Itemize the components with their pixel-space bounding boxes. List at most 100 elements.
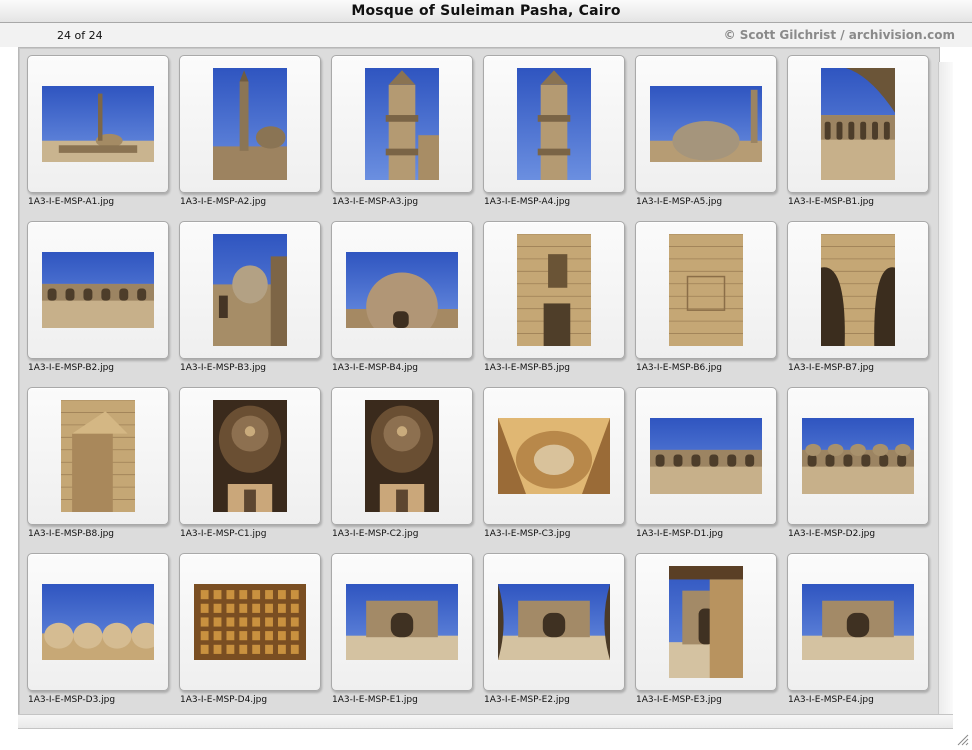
thumbnail-item[interactable]: 1A3-I-E-MSP-B7.jpg	[781, 215, 933, 380]
thumbnail-item[interactable]: 1A3-I-E-MSP-E4.jpg	[781, 547, 933, 712]
slide-frame[interactable]	[635, 55, 777, 193]
thumbnail-image[interactable]	[802, 584, 914, 660]
thumbnail-filename: 1A3-I-E-MSP-B6.jpg	[636, 363, 723, 373]
thumbnail-filename: 1A3-I-E-MSP-D3.jpg	[28, 695, 116, 705]
thumbnail-image[interactable]	[821, 234, 895, 346]
thumbnail-item[interactable]: 1A3-I-E-MSP-D2.jpg	[781, 381, 933, 546]
thumbnail-item[interactable]: 1A3-I-E-MSP-D3.jpg	[21, 547, 173, 712]
slide-frame[interactable]	[331, 221, 473, 359]
thumbnail-image[interactable]	[213, 400, 287, 512]
thumbnail-filename: 1A3-I-E-MSP-B1.jpg	[788, 197, 875, 207]
thumbnail-image[interactable]	[346, 252, 458, 328]
thumbnail-filename: 1A3-I-E-MSP-A3.jpg	[332, 197, 419, 207]
thumbnail-filename: 1A3-I-E-MSP-E4.jpg	[788, 695, 874, 705]
slide-frame[interactable]	[331, 387, 473, 525]
thumbnail-filename: 1A3-I-E-MSP-B7.jpg	[788, 363, 875, 373]
window-title-bar[interactable]: Mosque of Suleiman Pasha, Cairo	[0, 0, 972, 23]
slide-frame[interactable]	[331, 55, 473, 193]
slide-frame[interactable]	[787, 221, 929, 359]
thumbnail-item[interactable]: 1A3-I-E-MSP-A2.jpg	[173, 49, 325, 214]
slide-frame[interactable]	[179, 553, 321, 691]
thumbnail-filename: 1A3-I-E-MSP-B8.jpg	[28, 529, 115, 539]
thumbnail-image[interactable]	[650, 418, 762, 494]
thumbnail-image[interactable]	[365, 400, 439, 512]
thumbnail-item[interactable]: 1A3-I-E-MSP-C1.jpg	[173, 381, 325, 546]
thumbnail-item[interactable]: 1A3-I-E-MSP-E3.jpg	[629, 547, 781, 712]
thumbnail-filename: 1A3-I-E-MSP-A1.jpg	[28, 197, 115, 207]
thumbnail-item[interactable]: 1A3-I-E-MSP-A1.jpg	[21, 49, 173, 214]
thumbnail-image[interactable]	[365, 68, 439, 180]
thumbnail-image[interactable]	[61, 400, 135, 512]
thumbnail-item[interactable]: 1A3-I-E-MSP-C2.jpg	[325, 381, 477, 546]
slide-frame[interactable]	[179, 221, 321, 359]
slide-frame[interactable]	[27, 553, 169, 691]
slide-frame[interactable]	[179, 387, 321, 525]
thumbnail-item[interactable]: 1A3-I-E-MSP-C3.jpg	[477, 381, 629, 546]
thumbnail-item[interactable]: 1A3-I-E-MSP-B4.jpg	[325, 215, 477, 380]
slide-frame[interactable]	[635, 221, 777, 359]
slide-frame[interactable]	[331, 553, 473, 691]
thumbnail-item[interactable]: 1A3-I-E-MSP-A4.jpg	[477, 49, 629, 214]
thumbnail-grid: 1A3-I-E-MSP-A1.jpg 1A3-I-E-MSP-A2.jpg 1A3-…	[18, 47, 940, 715]
slide-frame[interactable]	[483, 221, 625, 359]
slide-frame[interactable]	[483, 55, 625, 193]
thumbnail-image[interactable]	[669, 234, 743, 346]
horizontal-scrollbar[interactable]	[18, 714, 953, 729]
thumbnail-item[interactable]: 1A3-I-E-MSP-A5.jpg	[629, 49, 781, 214]
thumbnail-item[interactable]: 1A3-I-E-MSP-B1.jpg	[781, 49, 933, 214]
thumbnail-item[interactable]: 1A3-I-E-MSP-D4.jpg	[173, 547, 325, 712]
thumbnail-item[interactable]: 1A3-I-E-MSP-E1.jpg	[325, 547, 477, 712]
slide-frame[interactable]	[483, 553, 625, 691]
slide-frame[interactable]	[179, 55, 321, 193]
slide-frame[interactable]	[27, 387, 169, 525]
window-title: Mosque of Suleiman Pasha, Cairo	[351, 3, 621, 19]
thumbnail-filename: 1A3-I-E-MSP-E1.jpg	[332, 695, 418, 705]
vertical-scrollbar[interactable]	[938, 62, 953, 714]
thumbnail-image[interactable]	[498, 418, 610, 494]
thumbnail-item[interactable]: 1A3-I-E-MSP-D1.jpg	[629, 381, 781, 546]
thumbnail-filename: 1A3-I-E-MSP-C2.jpg	[332, 529, 419, 539]
thumbnail-image[interactable]	[498, 584, 610, 660]
slide-frame[interactable]	[635, 553, 777, 691]
image-count: 24 of 24	[57, 29, 103, 42]
thumbnail-image[interactable]	[517, 234, 591, 346]
thumbnail-image[interactable]	[42, 584, 154, 660]
thumbnail-image[interactable]	[346, 584, 458, 660]
thumbnail-filename: 1A3-I-E-MSP-B4.jpg	[332, 363, 419, 373]
thumbnail-image[interactable]	[194, 584, 306, 660]
slide-frame[interactable]	[483, 387, 625, 525]
thumbnail-filename: 1A3-I-E-MSP-A2.jpg	[180, 197, 267, 207]
thumbnail-image[interactable]	[42, 252, 154, 328]
thumbnail-image[interactable]	[669, 566, 743, 678]
slide-frame[interactable]	[787, 55, 929, 193]
thumbnail-item[interactable]: 1A3-I-E-MSP-B8.jpg	[21, 381, 173, 546]
thumbnail-image[interactable]	[213, 234, 287, 346]
thumbnail-item[interactable]: 1A3-I-E-MSP-B5.jpg	[477, 215, 629, 380]
thumbnail-item[interactable]: 1A3-I-E-MSP-B3.jpg	[173, 215, 325, 380]
thumbnail-filename: 1A3-I-E-MSP-C3.jpg	[484, 529, 571, 539]
thumbnail-filename: 1A3-I-E-MSP-B5.jpg	[484, 363, 571, 373]
thumbnail-image[interactable]	[802, 418, 914, 494]
thumbnail-image[interactable]	[650, 86, 762, 162]
slide-frame[interactable]	[27, 55, 169, 193]
resize-grip-icon[interactable]	[955, 731, 969, 746]
thumbnail-image[interactable]	[517, 68, 591, 180]
thumbnail-item[interactable]: 1A3-I-E-MSP-E2.jpg	[477, 547, 629, 712]
thumbnail-filename: 1A3-I-E-MSP-E2.jpg	[484, 695, 570, 705]
thumbnail-item[interactable]: 1A3-I-E-MSP-B6.jpg	[629, 215, 781, 380]
thumbnail-filename: 1A3-I-E-MSP-D1.jpg	[636, 529, 724, 539]
thumbnail-image[interactable]	[42, 86, 154, 162]
thumbnail-filename: 1A3-I-E-MSP-D2.jpg	[788, 529, 876, 539]
slide-frame[interactable]	[635, 387, 777, 525]
thumbnail-filename: 1A3-I-E-MSP-B2.jpg	[28, 363, 115, 373]
thumbnail-filename: 1A3-I-E-MSP-E3.jpg	[636, 695, 722, 705]
slide-frame[interactable]	[787, 553, 929, 691]
slide-frame[interactable]	[27, 221, 169, 359]
thumbnail-filename: 1A3-I-E-MSP-D4.jpg	[180, 695, 268, 705]
info-bar: 24 of 24 © Scott Gilchrist / archivision…	[0, 23, 972, 47]
thumbnail-image[interactable]	[821, 68, 895, 180]
thumbnail-item[interactable]: 1A3-I-E-MSP-A3.jpg	[325, 49, 477, 214]
thumbnail-image[interactable]	[213, 68, 287, 180]
thumbnail-item[interactable]: 1A3-I-E-MSP-B2.jpg	[21, 215, 173, 380]
slide-frame[interactable]	[787, 387, 929, 525]
